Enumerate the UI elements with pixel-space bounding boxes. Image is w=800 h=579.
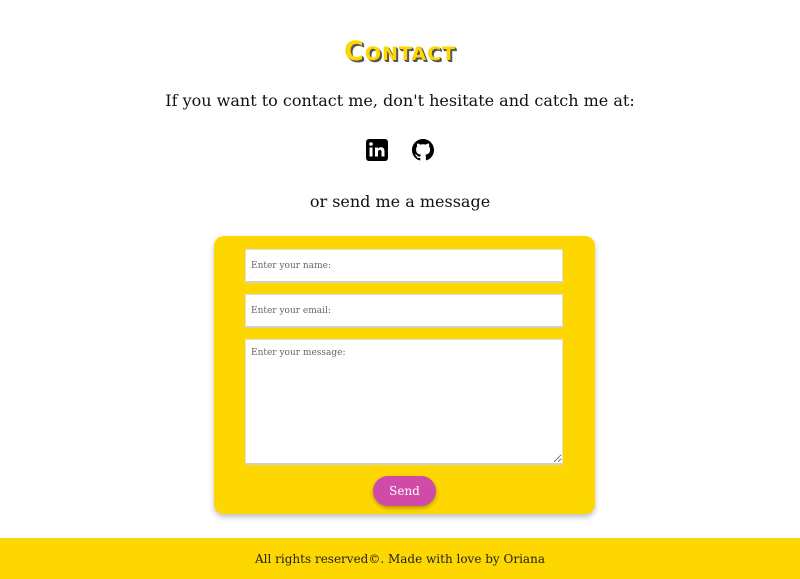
contact-form: Send <box>214 236 595 514</box>
message-textarea[interactable] <box>245 339 563 465</box>
linkedin-icon <box>366 139 388 161</box>
social-links <box>0 138 800 162</box>
intro-text: If you want to contact me, don't hesitat… <box>165 91 635 110</box>
github-icon <box>412 139 434 161</box>
email-input[interactable] <box>245 294 563 328</box>
message-lead-text: or send me a message <box>309 192 491 211</box>
page-title: Contact <box>344 36 456 67</box>
footer: All rights reserved©. Made with love by … <box>0 538 800 579</box>
contact-page: Contact If you want to contact me, don't… <box>0 0 800 579</box>
linkedin-link[interactable] <box>365 138 389 162</box>
send-button[interactable]: Send <box>373 476 436 506</box>
footer-text: All rights reserved©. Made with love by … <box>255 551 545 566</box>
name-input[interactable] <box>245 249 563 283</box>
github-link[interactable] <box>411 138 435 162</box>
